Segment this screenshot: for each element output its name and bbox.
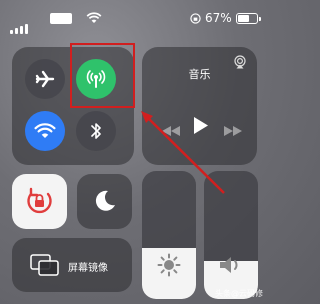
- watermark: 头条@云码修: [215, 289, 263, 298]
- annotation-arrow: [141, 111, 225, 194]
